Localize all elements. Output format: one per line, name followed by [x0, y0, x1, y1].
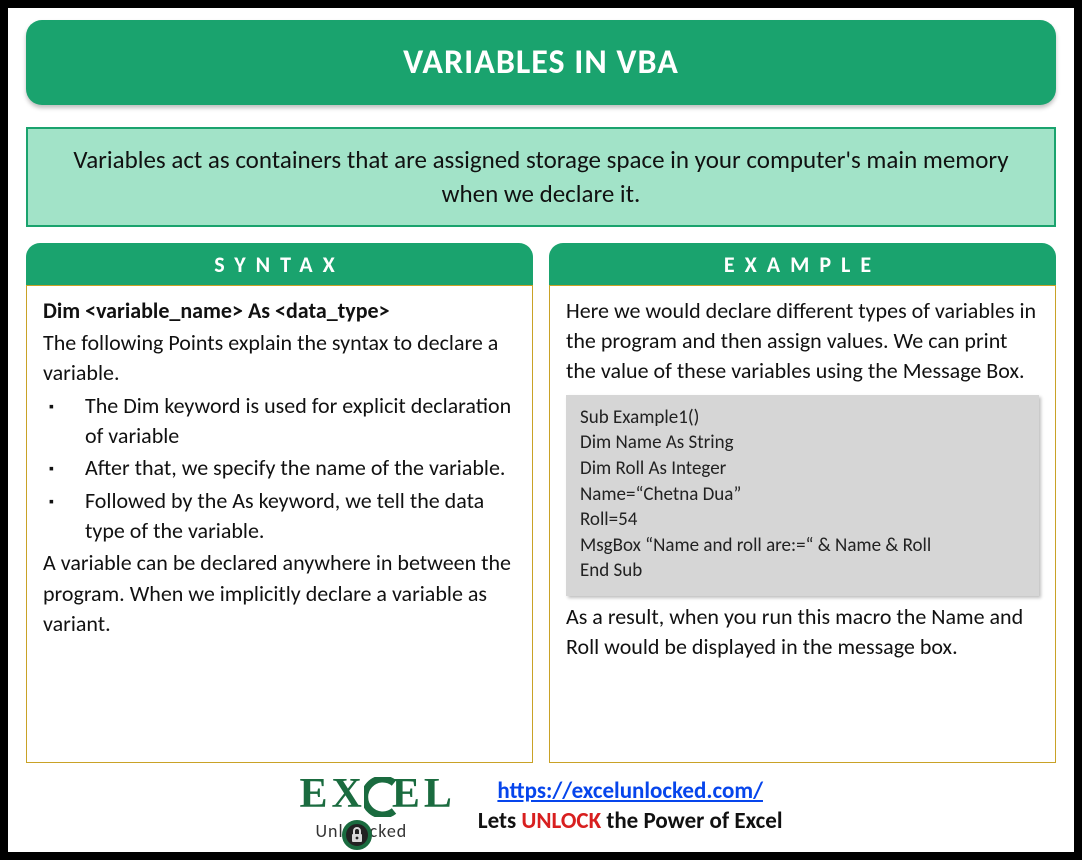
example-intro: Here we would declare different types of…	[566, 296, 1039, 387]
example-header: EXAMPLE	[549, 243, 1056, 285]
site-link[interactable]: https://excelunlocked.com/	[497, 777, 763, 805]
logo-top-text: EX EL	[299, 771, 455, 818]
syntax-point: The Dim keyword is used for explicit dec…	[73, 391, 516, 452]
page-title: VARIABLES IN VBA	[26, 20, 1056, 105]
subtitle-text: Variables act as containers that are ass…	[26, 127, 1056, 227]
footer-text-block: https://excelunlocked.com/ Lets UNLOCK t…	[478, 777, 783, 837]
logo-c-icon	[364, 777, 398, 817]
syntax-point: Followed by the As keyword, we tell the …	[73, 486, 516, 547]
syntax-body: Dim <variable_name> As <data_type> The f…	[26, 285, 533, 764]
code-line: MsgBox “Name and roll are:=“ & Name & Ro…	[580, 533, 1025, 559]
code-line: Dim Name As String	[580, 430, 1025, 456]
syntax-points: The Dim keyword is used for explicit dec…	[43, 391, 516, 547]
example-outro: As a result, when you run this macro the…	[566, 602, 1039, 663]
syntax-point: After that, we specify the name of the v…	[73, 453, 516, 483]
example-body: Here we would declare different types of…	[549, 285, 1056, 764]
example-column: EXAMPLE Here we would declare different …	[549, 243, 1056, 764]
content-columns: SYNTAX Dim <variable_name> As <data_type…	[26, 243, 1056, 764]
code-line: Name=“Chetna Dua”	[580, 482, 1025, 508]
code-line: Sub Example1()	[580, 405, 1025, 431]
brand-logo: EX EL Unl cked	[299, 767, 455, 846]
tagline: Lets UNLOCK the Power of Excel	[478, 807, 783, 835]
code-line: Roll=54	[580, 507, 1025, 533]
syntax-outro: A variable can be declared anywhere in b…	[43, 548, 516, 639]
syntax-declaration: Dim <variable_name> As <data_type>	[43, 296, 516, 326]
syntax-column: SYNTAX Dim <variable_name> As <data_type…	[26, 243, 533, 764]
document-frame: VARIABLES IN VBA Variables act as contai…	[0, 0, 1082, 860]
code-block: Sub Example1() Dim Name As String Dim Ro…	[566, 395, 1039, 596]
footer: EX EL Unl cked https://excelunlocked.com…	[26, 767, 1056, 846]
syntax-header: SYNTAX	[26, 243, 533, 285]
code-line: End Sub	[580, 558, 1025, 584]
syntax-intro: The following Points explain the syntax …	[43, 328, 516, 389]
code-line: Dim Roll As Integer	[580, 456, 1025, 482]
lock-icon	[342, 820, 372, 850]
